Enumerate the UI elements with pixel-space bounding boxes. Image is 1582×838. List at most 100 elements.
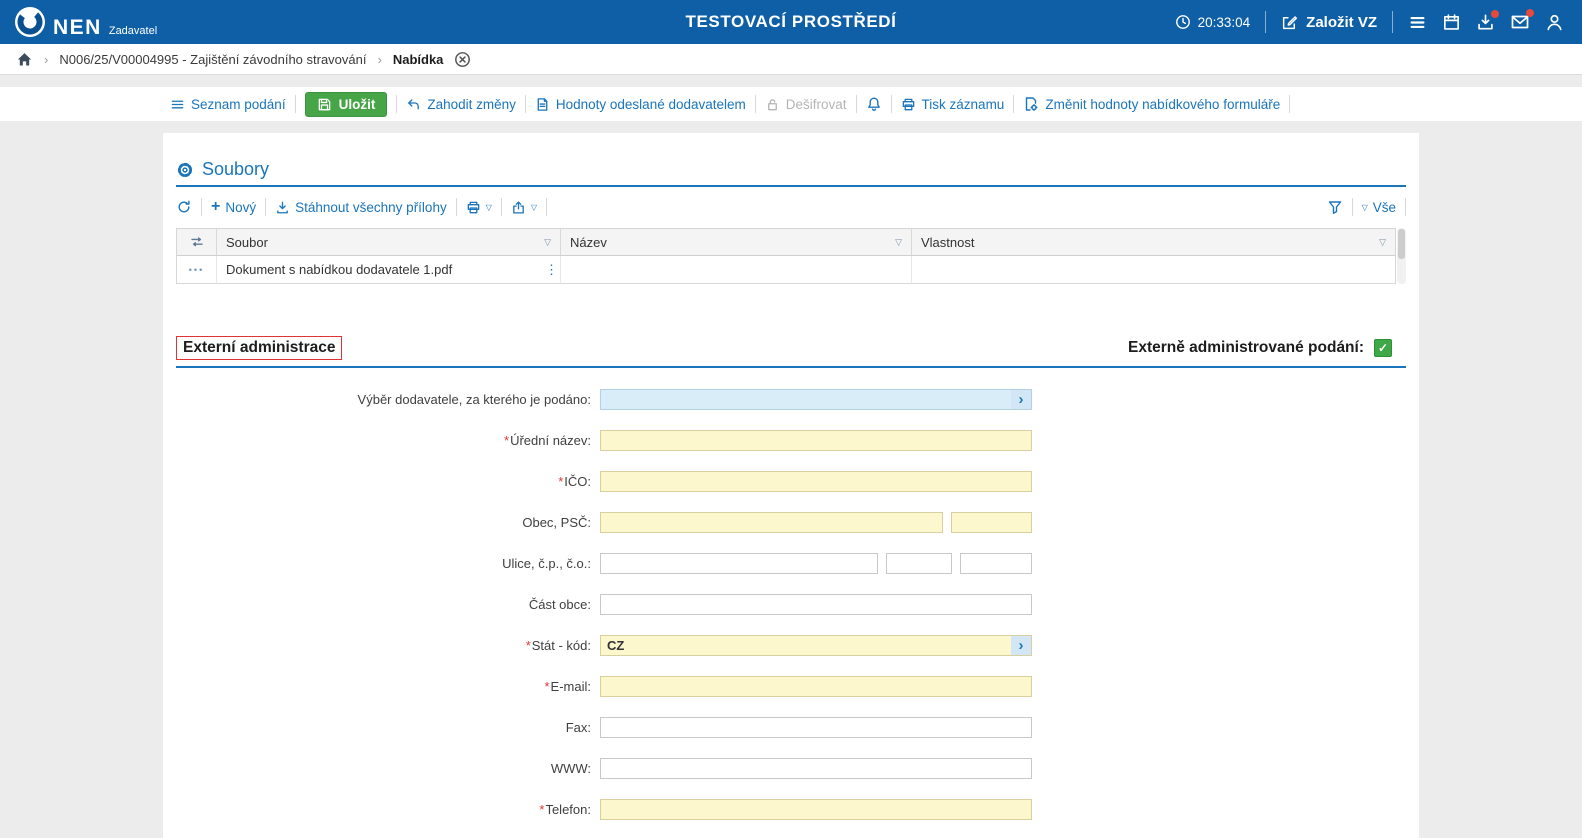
form-row-official-name: *Úřední název:	[176, 430, 1406, 451]
files-grid: Soubor ▽ Název ▽ Vlastnost ▽ •••	[176, 228, 1396, 284]
gear-document-icon	[1023, 96, 1039, 112]
form-row-email: *E-mail:	[176, 676, 1406, 697]
download-all-attachments-button[interactable]: Stáhnout všechny přílohy	[275, 200, 447, 215]
co-input[interactable]	[960, 553, 1032, 574]
new-file-button[interactable]: + Nový	[211, 199, 256, 215]
filter-caret-icon[interactable]: ▽	[544, 237, 551, 248]
external-section-header: Externí administrace Externě administrov…	[176, 336, 1406, 368]
column-header-soubor[interactable]: Soubor ▽	[217, 229, 561, 256]
record-action-bar: Seznam podání Uložit Zahodit změny Hodno…	[0, 87, 1582, 121]
row-menu-icon[interactable]: •••	[189, 265, 204, 275]
clock-icon	[1175, 14, 1191, 30]
cast-obce-input[interactable]	[600, 594, 1032, 615]
ulice-input[interactable]	[600, 553, 878, 574]
column-header-nazev[interactable]: Název ▽	[561, 229, 912, 256]
watch-record-button[interactable]	[866, 96, 882, 112]
view-all-dropdown[interactable]: ▽ Vše	[1362, 200, 1396, 215]
refresh-icon[interactable]	[176, 199, 192, 215]
top-right-controls: 20:33:04 Založit VZ	[1175, 11, 1564, 33]
discard-changes-button[interactable]: Zahodit změny	[406, 97, 516, 112]
main-panel: Soubory + Nový Stáhnout všechny přílohy …	[163, 133, 1419, 838]
divider	[856, 95, 857, 113]
field-label: Obec, PSČ:	[522, 515, 591, 530]
supplier-lookup-button[interactable]: ›	[1011, 390, 1031, 409]
downloads-button[interactable]	[1476, 13, 1495, 32]
print-files-button[interactable]: ▽	[466, 200, 492, 215]
nen-logo[interactable]: NEN Zadavatel	[14, 6, 157, 38]
breadcrumb-current-tab[interactable]: Nabídka	[393, 52, 444, 67]
cp-input[interactable]	[886, 553, 952, 574]
drag-handle-icon[interactable]: ⋮	[545, 262, 558, 278]
psc-input[interactable]	[951, 512, 1032, 533]
chevron-right-icon: ›	[1019, 391, 1024, 408]
divider	[755, 95, 756, 113]
close-tab-icon[interactable]	[454, 51, 471, 68]
export-files-button[interactable]: ▽	[511, 200, 537, 215]
required-marker: *	[526, 638, 531, 653]
breadcrumb-separator-icon: ›	[378, 52, 382, 67]
supplier-select-input[interactable]	[600, 389, 1032, 410]
file-name[interactable]: Dokument s nabídkou dodavatele 1.pdf	[226, 262, 452, 277]
save-button[interactable]: Uložit	[305, 92, 388, 117]
printer-icon	[466, 200, 481, 215]
form-row-cast-obce: Část obce:	[176, 594, 1406, 615]
divider	[295, 95, 296, 113]
filter-caret-icon[interactable]: ▽	[1379, 237, 1386, 248]
files-section-title: Soubory	[202, 159, 269, 180]
home-icon[interactable]	[16, 51, 33, 68]
ico-input[interactable]	[600, 471, 1032, 492]
menu-icon[interactable]	[1408, 13, 1427, 32]
check-icon: ✓	[1378, 341, 1388, 355]
breadcrumb-contract[interactable]: N006/25/V00004995 - Zajištění závodního …	[59, 52, 366, 67]
field-label: Část obce:	[529, 597, 591, 612]
form-row-supplier: Výběr dodavatele, za kterého je podáno: …	[176, 389, 1406, 410]
user-icon[interactable]	[1545, 13, 1564, 32]
divider	[1265, 11, 1266, 33]
fax-input[interactable]	[600, 717, 1032, 738]
filter-icon[interactable]	[1327, 199, 1343, 215]
stat-lookup-button[interactable]: ›	[1011, 636, 1031, 655]
breadcrumb-separator-icon: ›	[44, 52, 48, 67]
cell-vlastnost	[912, 256, 1395, 284]
supplier-submitted-values-button[interactable]: Hodnoty odeslané dodavatelem	[535, 97, 746, 112]
messages-button[interactable]	[1510, 12, 1530, 32]
clock: 20:33:04	[1175, 14, 1251, 30]
column-header-vlastnost[interactable]: Vlastnost ▽	[912, 229, 1395, 256]
notification-badge	[1491, 10, 1499, 18]
change-form-values-button[interactable]: Změnit hodnoty nabídkového formuláře	[1023, 96, 1280, 112]
telefon-input[interactable]	[600, 799, 1032, 820]
official-name-input[interactable]	[600, 430, 1032, 451]
lock-icon	[765, 97, 780, 112]
scrollbar-thumb[interactable]	[1398, 229, 1405, 259]
brand-name: NEN	[53, 18, 102, 38]
external-flag-checkbox[interactable]: ✓	[1374, 339, 1392, 357]
nen-logo-icon	[14, 6, 46, 38]
plus-icon: +	[211, 199, 220, 215]
create-vz-button[interactable]: Založit VZ	[1281, 14, 1377, 31]
files-section-icon	[176, 161, 194, 179]
list-icon	[170, 97, 185, 112]
filter-caret-icon[interactable]: ▽	[895, 237, 902, 248]
form-row-ico: *IČO:	[176, 471, 1406, 492]
calendar-icon[interactable]	[1442, 13, 1461, 32]
divider	[1352, 198, 1353, 216]
table-scrollbar[interactable]	[1397, 228, 1406, 284]
printer-icon	[901, 97, 916, 112]
obec-input[interactable]	[600, 512, 943, 533]
required-marker: *	[504, 433, 509, 448]
list-of-submissions-button[interactable]: Seznam podání	[170, 97, 286, 112]
files-section-header: Soubory	[176, 159, 1406, 187]
required-marker: *	[558, 474, 563, 489]
divider	[1405, 198, 1406, 216]
column-chooser-button[interactable]	[177, 229, 217, 256]
table-row[interactable]: ••• Dokument s nabídkou dodavatele 1.pdf…	[177, 256, 1395, 284]
www-input[interactable]	[600, 758, 1032, 779]
form-row-ulice: Ulice, č.p., č.o.:	[176, 553, 1406, 574]
column-chooser-icon	[189, 234, 205, 250]
cell-soubor: Dokument s nabídkou dodavatele 1.pdf ⋮	[217, 256, 561, 284]
email-input[interactable]	[600, 676, 1032, 697]
print-record-button[interactable]: Tisk záznamu	[901, 97, 1005, 112]
top-bar: NEN Zadavatel TESTOVACÍ PROSTŘEDÍ 20:33:…	[0, 0, 1582, 44]
field-label: E-mail:	[551, 679, 591, 694]
stat-kod-input[interactable]	[600, 635, 1032, 656]
